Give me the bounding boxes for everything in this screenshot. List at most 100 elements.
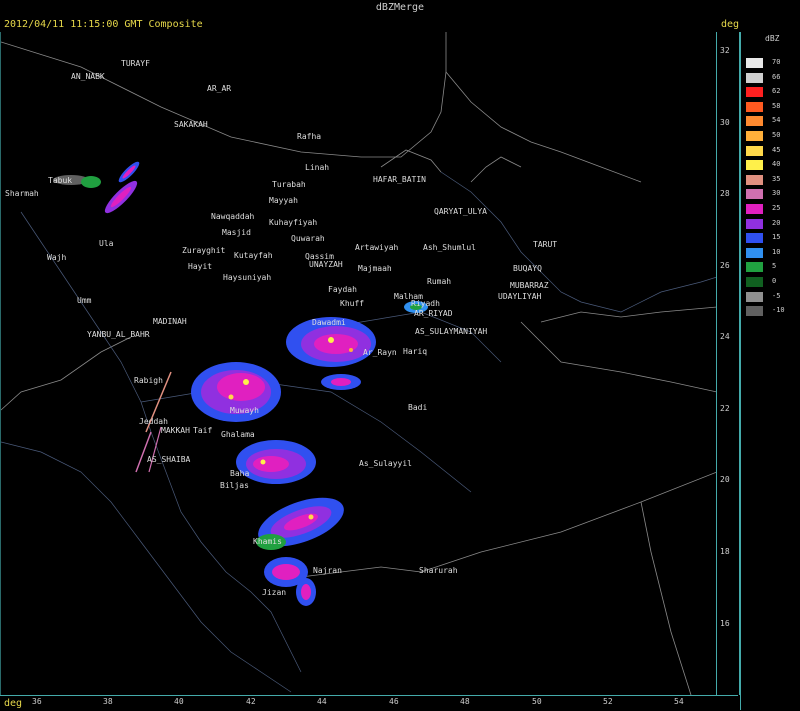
lon-tick: 44 [317,697,327,706]
legend-label: 35 [772,174,781,183]
legend-label: 40 [772,160,781,169]
city-label: Wajh [47,253,67,262]
legend-swatch [746,145,763,156]
legend-label: 66 [772,72,781,81]
city-label: Nawqaddah [211,212,255,221]
city-label: AS_SULAYMANIYAH [415,327,488,336]
legend-label: 0 [772,277,777,285]
lon-tick: 40 [174,697,184,706]
legend-swatch [746,233,763,244]
radar-map[interactable]: TURAYF AN_NABK AR_AR SAKAKAH Rafha Linah… [0,32,718,696]
city-label: Khuff [340,299,365,308]
city-label: Hariq [403,347,428,356]
city-label: Umm [77,296,92,305]
legend-swatch [746,58,763,68]
legend-swatch [746,204,763,214]
legend-swatch [746,87,763,98]
radar-echoes [53,161,428,606]
city-label: Khamis [253,537,282,546]
country-borders [0,32,718,696]
city-label: Kutayfah [234,251,273,260]
lat-tick: 28 [720,189,730,198]
legend-label: 70 [772,58,781,66]
city-label: Turabah [272,180,306,189]
lon-tick: 38 [103,697,113,706]
city-label: Masjid [222,228,251,237]
legend-label: 58 [772,101,781,110]
city-label: As_Sulayyil [359,459,412,468]
latitude-axis: 32 30 28 26 24 22 20 18 16 [716,32,740,695]
lon-tick: 50 [532,697,542,706]
legend-swatch [746,262,763,273]
lon-tick: 46 [389,697,399,706]
city-label: Quwarah [291,234,325,243]
city-label: MAKKAH [161,426,190,435]
legend-label: 15 [772,233,781,242]
city-label: Mayyah [269,196,298,205]
city-label: MUBARRAZ [510,281,549,290]
lon-tick: 48 [460,697,470,706]
window-title: dBZMerge [375,2,425,13]
legend-label: 30 [772,189,781,198]
city-label: AN_NABK [71,72,105,81]
product-subtitle: 2012/04/11 11:15:00 GMT Composite [4,19,203,30]
legend-swatch [746,306,763,317]
city-label: MADINAH [153,317,187,326]
city-label: Rumah [427,277,452,286]
city-label: HAFAR_BATIN [373,175,426,184]
city-label: AS_SHAIBA [147,455,191,464]
city-label: Sharmah [5,189,39,198]
city-label: Dawadmi [312,318,346,327]
legend-label: 62 [772,87,781,96]
dbz-legend: dBZ 70 66 62 58 54 50 45 40 35 30 25 20 15 10 5 0 -5 -10 [740,32,800,710]
legend-swatch [746,189,763,200]
city-label: Badi [408,403,428,412]
legend-label: 50 [772,131,781,139]
legend-swatch [746,247,763,258]
city-label: Faydah [328,285,357,294]
city-label: UNAYZAH [309,260,343,269]
map-canvas [0,32,718,696]
city-label: Najran [313,566,342,575]
city-label: Ash_Shumlul [423,243,476,252]
longitude-axis: 36 38 40 42 44 46 48 50 52 54 [0,695,738,711]
city-label: QARYAT_ULYA [434,207,487,216]
city-label: Ula [99,239,114,248]
city-label: Rabigh [134,376,163,385]
legend-label: -5 [772,291,781,300]
city-label: AR_RIYAD [414,309,453,318]
legend-title: dBZ [765,34,780,43]
lat-tick: 18 [720,547,730,556]
legend-label: 45 [772,145,781,154]
lat-tick: 22 [720,404,730,413]
axis-unit-right: deg [721,19,740,30]
legend-swatch [746,101,763,112]
city-label: TURAYF [121,59,150,68]
city-label: Jizan [262,588,287,597]
legend-swatch [746,131,763,141]
lat-tick: 30 [720,118,730,127]
legend-label: 25 [772,204,781,212]
lat-tick: 24 [720,332,730,341]
city-label: Zurayghit [182,246,226,255]
legend-label: 54 [772,116,781,125]
lat-tick: 16 [720,619,730,628]
lon-tick: 36 [32,697,42,706]
city-label: Taif [193,426,213,435]
legend-label: 20 [772,218,781,227]
city-label: Linah [305,163,330,172]
legend-swatch [746,72,763,83]
legend-swatch [746,160,763,171]
city-label: BUQAYQ [513,264,542,273]
city-label: Tabuk [48,176,73,185]
city-label: AR_AR [207,84,232,93]
lon-tick: 54 [674,697,684,706]
lat-tick: 26 [720,261,730,270]
city-label: UDAYLIYAH [498,292,542,301]
legend-swatch [746,291,763,302]
city-label: Biljas [220,481,249,490]
city-label: Ghalama [221,430,255,439]
legend-swatch [746,116,763,127]
city-label: Haysuniyah [223,273,272,282]
city-label: Baha [230,469,250,478]
